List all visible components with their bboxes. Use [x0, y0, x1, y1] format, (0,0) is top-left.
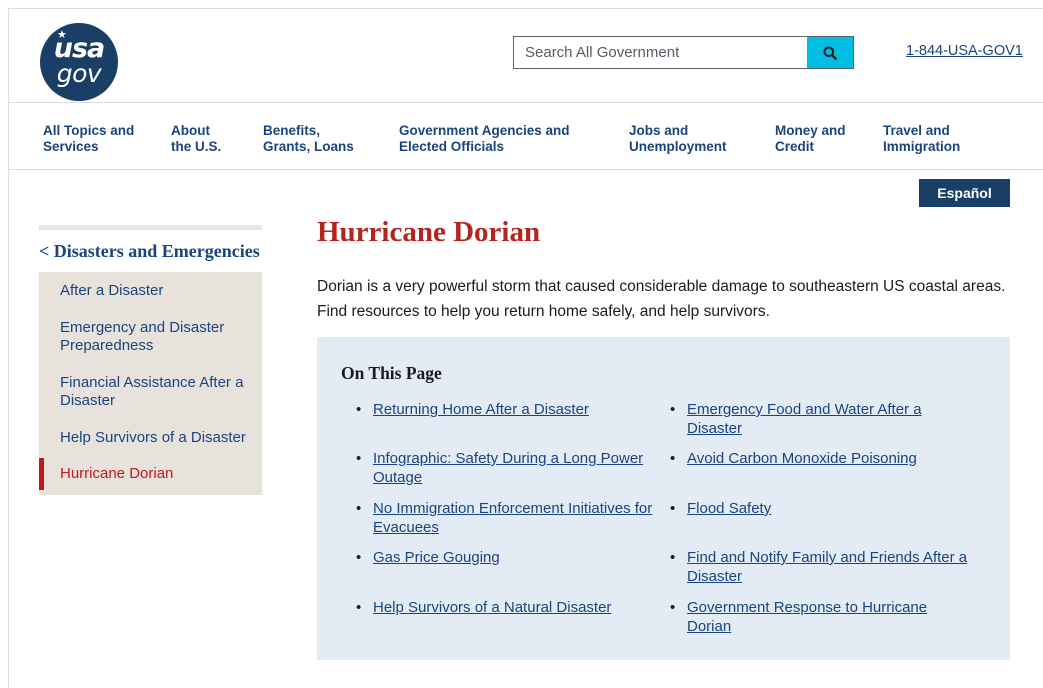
bullet-icon: • [356, 599, 362, 616]
nav-benefits[interactable]: Benefits, Grants, Loans [263, 123, 363, 155]
page-frame: ★ usa gov 1-844-USA-GOV1 All Topics and … [8, 8, 1043, 688]
bullet-icon: • [670, 549, 676, 566]
sidebar-item-help-survivors[interactable]: Help Survivors of a Disaster [39, 429, 262, 447]
list-item: • No Immigration Enforcement Initiatives… [356, 499, 666, 537]
list-item: • Gas Price Gouging [356, 548, 656, 567]
search-button[interactable] [807, 37, 853, 68]
bullet-icon: • [356, 500, 362, 517]
page-title: Hurricane Dorian [317, 216, 541, 248]
logo-text-gov: gov [56, 59, 102, 88]
bullet-icon: • [356, 450, 362, 467]
link-immigration[interactable]: No Immigration Enforcement Initiatives f… [373, 499, 666, 537]
sidebar-parent-link[interactable]: < Disasters and Emergencies [39, 230, 262, 272]
link-infographic[interactable]: Infographic: Safety During a Long Power … [373, 449, 666, 487]
bullet-icon: • [356, 401, 362, 418]
nav-jobs[interactable]: Jobs and Unemployment [629, 123, 739, 155]
nav-travel[interactable]: Travel and Immigration [883, 123, 983, 155]
link-returning-home[interactable]: Returning Home After a Disaster [373, 400, 656, 419]
bullet-icon: • [670, 450, 676, 467]
list-item: • Flood Safety [670, 499, 970, 518]
sidebar-list: After a Disaster Emergency and Disaster … [39, 272, 262, 495]
sidebar-item-hurricane-dorian[interactable]: Hurricane Dorian [39, 458, 262, 490]
list-item: • Avoid Carbon Monoxide Poisoning [670, 449, 970, 468]
sidebar-item-financial-assistance[interactable]: Financial Assistance After a Disaster [39, 374, 262, 410]
nav-all-topics[interactable]: All Topics and Services [43, 123, 143, 155]
sidebar: < Disasters and Emergencies After a Disa… [39, 225, 262, 495]
link-government-response[interactable]: Government Response to Hurricane Dorian [687, 598, 960, 636]
intro-paragraph: Dorian is a very powerful storm that cau… [317, 278, 1006, 320]
link-flood-safety[interactable]: Flood Safety [687, 499, 970, 518]
list-item: • Government Response to Hurricane Doria… [670, 598, 960, 636]
phone-link[interactable]: 1-844-USA-GOV1 [906, 43, 1023, 59]
list-item: • Infographic: Safety During a Long Powe… [356, 449, 666, 487]
bullet-icon: • [356, 549, 362, 566]
on-this-page-heading: On This Page [341, 363, 442, 383]
search-input[interactable] [514, 37, 807, 68]
logo-text-usa: usa [53, 33, 106, 64]
espanol-button[interactable]: Español [919, 179, 1010, 207]
search-bar [513, 36, 854, 69]
search-icon [823, 46, 837, 60]
list-item: • Emergency Food and Water After a Disas… [670, 400, 970, 438]
bullet-icon: • [670, 599, 676, 616]
sidebar-item-preparedness[interactable]: Emergency and Disaster Preparedness [39, 319, 262, 355]
link-carbon-monoxide[interactable]: Avoid Carbon Monoxide Poisoning [687, 449, 970, 468]
list-item: • Find and Notify Family and Friends Aft… [670, 548, 990, 586]
on-this-page-panel: On This Page • Returning Home After a Di… [317, 337, 1010, 660]
bullet-icon: • [670, 500, 676, 517]
link-find-family[interactable]: Find and Notify Family and Friends After… [687, 548, 990, 586]
nav-money[interactable]: Money and Credit [775, 123, 855, 155]
link-gas-price[interactable]: Gas Price Gouging [373, 548, 656, 567]
nav-agencies[interactable]: Government Agencies and Elected Official… [399, 123, 584, 155]
nav-about-us[interactable]: About the U.S. [171, 123, 231, 155]
usagov-logo[interactable]: ★ usa gov [40, 23, 118, 101]
link-emergency-food[interactable]: Emergency Food and Water After a Disaste… [687, 400, 970, 438]
bullet-icon: • [670, 401, 676, 418]
list-item: • Returning Home After a Disaster [356, 400, 656, 419]
main-nav: All Topics and Services About the U.S. B… [9, 102, 1043, 170]
sidebar-item-after-disaster[interactable]: After a Disaster [39, 272, 262, 300]
link-help-survivors[interactable]: Help Survivors of a Natural Disaster [373, 598, 656, 617]
list-item: • Help Survivors of a Natural Disaster [356, 598, 656, 617]
